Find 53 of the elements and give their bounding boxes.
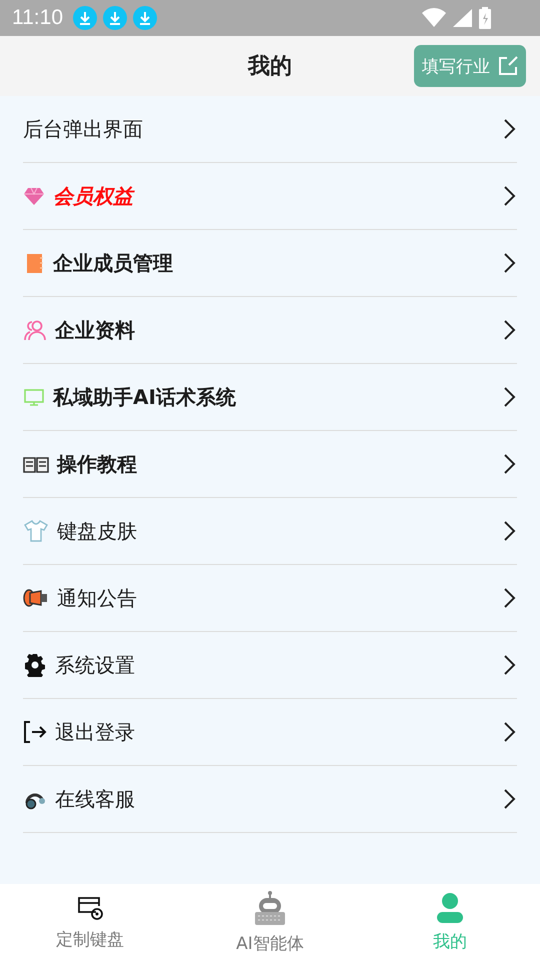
chevron-icon: [503, 788, 517, 810]
chevron-icon: [503, 520, 517, 542]
edit-icon: [498, 56, 518, 76]
menu-item[interactable]: 后台弹出界面: [23, 96, 517, 163]
menu-item[interactable]: 键盘皮肤: [23, 498, 517, 565]
download-icon: [133, 6, 157, 30]
megaphone-icon: [23, 587, 49, 609]
menu-item[interactable]: 私域助手AI话术系统: [23, 364, 517, 431]
chevron-icon: [503, 453, 517, 475]
menu-label: 系统设置: [55, 652, 136, 678]
menu-label: 在线客服: [55, 786, 136, 812]
chevron-icon: [503, 587, 517, 609]
menu-item[interactable]: 操作教程: [23, 431, 517, 498]
menu-item[interactable]: 企业成员管理: [23, 230, 517, 297]
download-icon: [73, 6, 97, 30]
menu-item[interactable]: 退出登录: [23, 699, 517, 766]
robot-icon: [252, 890, 288, 926]
nav-tab[interactable]: 定制键盘: [0, 884, 180, 960]
chevron-icon: [503, 118, 517, 140]
chevron-icon: [503, 386, 517, 408]
menu-label: 企业资料: [55, 316, 136, 344]
chevron-icon: [503, 721, 517, 743]
menu-label: 操作教程: [57, 450, 138, 478]
menu-label: 通知公告: [57, 584, 138, 612]
shirt-icon: [23, 519, 49, 543]
menu-item[interactable]: 企业资料: [23, 297, 517, 364]
menu-label: 后台弹出界面: [23, 116, 144, 142]
menu-item[interactable]: 通知公告: [23, 565, 517, 632]
status-time: 11:10: [12, 6, 63, 30]
wifi-icon: [422, 8, 446, 28]
menu-label: 键盘皮肤: [57, 518, 138, 544]
page-title: 我的: [248, 53, 292, 81]
chevron-icon: [503, 185, 517, 207]
menu-label: 会员权益: [53, 182, 136, 210]
battery-icon: [478, 7, 492, 29]
menu-item[interactable]: 在线客服: [23, 766, 517, 833]
people-icon: [23, 319, 47, 341]
monitor-icon: [23, 386, 45, 408]
chevron-icon: [503, 319, 517, 341]
chevron-icon: [503, 654, 517, 676]
diamond-icon: [23, 185, 45, 207]
menu-label: 退出登录: [55, 718, 136, 746]
menu-label: 私域助手AI话术系统: [53, 384, 237, 410]
logout-icon: [23, 720, 47, 744]
menu-item[interactable]: 系统设置: [23, 632, 517, 699]
nav-tab[interactable]: AI智能体: [180, 884, 360, 960]
gear-icon: [23, 653, 47, 677]
menu-label: 企业成员管理: [53, 250, 174, 276]
person-icon: [435, 892, 465, 924]
signal-icon: [452, 8, 472, 28]
chevron-icon: [503, 252, 517, 274]
download-icon: [103, 6, 127, 30]
menu-item[interactable]: 会员权益: [23, 163, 517, 230]
